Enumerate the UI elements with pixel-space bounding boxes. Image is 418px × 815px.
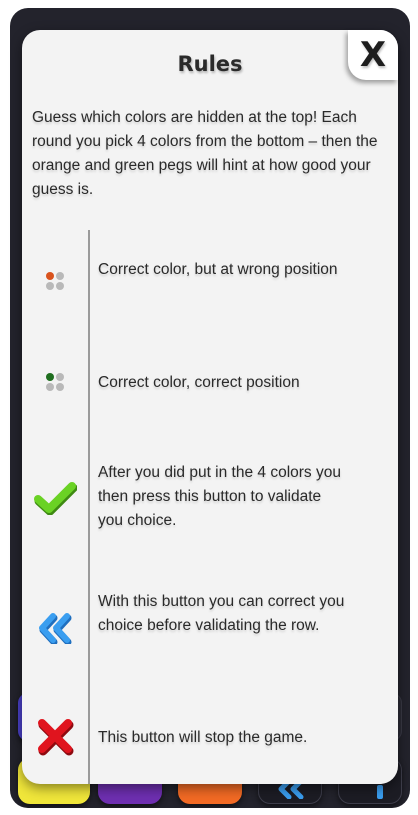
- checkmark-icon: [22, 481, 88, 515]
- info-icon: [377, 785, 383, 799]
- orange-peg-icon: [22, 272, 88, 290]
- cross-icon: [22, 716, 88, 756]
- double-chevron-left-icon: [22, 612, 88, 644]
- green-peg-icon: [22, 373, 88, 391]
- intro-text: Guess which colors are hidden at the top…: [32, 109, 378, 198]
- rules-dialog: X Rules Guess which colors are hidden at…: [22, 30, 398, 784]
- rule-text: Correct color, but at wrong position: [98, 261, 338, 278]
- rule-text: After you did put in the 4 colors you th…: [98, 464, 341, 529]
- divider: [88, 230, 90, 784]
- rule-text: This button will stop the game.: [98, 729, 308, 746]
- dialog-title: Rules: [177, 52, 243, 76]
- rule-text: Correct color, correct position: [98, 374, 300, 391]
- rule-text: With this button you can correct you cho…: [98, 593, 345, 634]
